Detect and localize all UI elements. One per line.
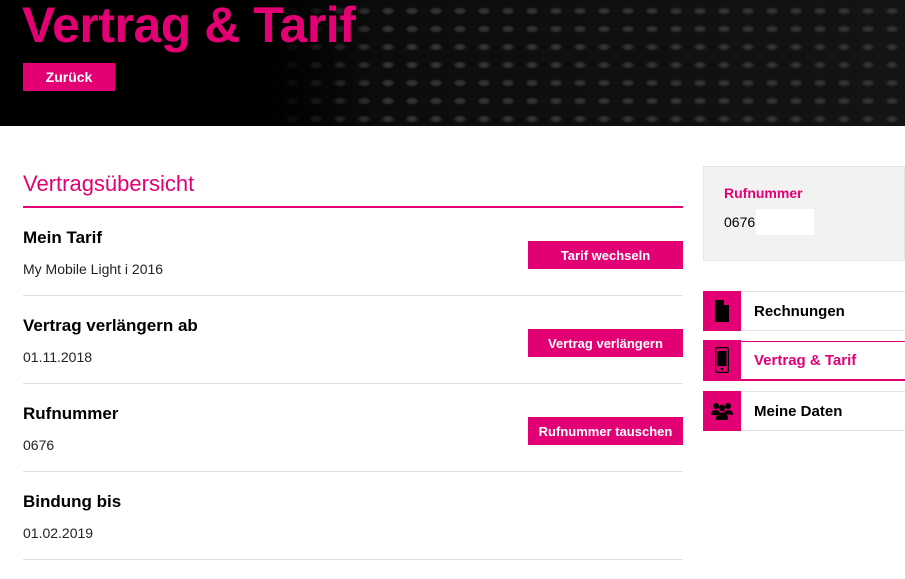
swap-number-button[interactable]: Rufnummer tauschen bbox=[528, 417, 683, 445]
list-item-tariff: Mein Tarif My Mobile Light i 2016 Tarif … bbox=[23, 208, 683, 296]
phone-number-text: 0676 bbox=[724, 214, 756, 230]
sidebar-item-my-data[interactable]: Meine Daten bbox=[703, 390, 905, 431]
row-value: 01.11.2018 bbox=[23, 349, 93, 365]
row-value: 0676 bbox=[23, 437, 55, 453]
page-title: Vertrag & Tarif bbox=[22, 0, 356, 53]
sidebar-item-contract[interactable]: Vertrag & Tarif bbox=[703, 340, 905, 381]
row-label: Rufnummer bbox=[23, 404, 119, 423]
row-value: 01.02.2019 bbox=[23, 525, 94, 541]
list-item-commitment: Bindung bis 01.02.2019 bbox=[23, 472, 683, 560]
header-banner: Vertrag & Tarif Zurück bbox=[0, 0, 905, 126]
back-button[interactable]: Zurück bbox=[23, 63, 115, 91]
sidebar-item-label: Vertrag & Tarif bbox=[754, 352, 857, 369]
extend-contract-button[interactable]: Vertrag verlängern bbox=[528, 329, 683, 357]
contract-overview: Vertragsübersicht Mein Tarif My Mobile L… bbox=[23, 166, 683, 560]
row-value: My Mobile Light i 2016 bbox=[23, 261, 164, 277]
sidebar-item-label: Rechnungen bbox=[754, 302, 845, 320]
sidebar-nav: Rechnungen Vertrag & Tarif Meine Daten bbox=[703, 290, 905, 441]
document-icon bbox=[703, 290, 741, 331]
list-item-phone-number: Rufnummer 0676 Rufnummer tauschen bbox=[23, 384, 683, 472]
section-title: Vertragsübersicht bbox=[23, 166, 683, 208]
mobile-phone-icon bbox=[703, 340, 741, 380]
row-label: Mein Tarif bbox=[23, 228, 103, 247]
row-label: Vertrag verlängern ab bbox=[23, 316, 198, 335]
sidebar-item-label: Meine Daten bbox=[754, 402, 843, 420]
list-item-extend-contract: Vertrag verlängern ab 01.11.2018 Vertrag… bbox=[23, 296, 683, 384]
change-tariff-button[interactable]: Tarif wechseln bbox=[528, 241, 683, 269]
sidebar: Rufnummer 0676 Rechnungen Vertrag & Tari… bbox=[703, 166, 905, 431]
sidebar-item-invoices[interactable]: Rechnungen bbox=[703, 290, 905, 331]
phone-number-box: Rufnummer 0676 bbox=[703, 166, 905, 261]
phone-number-label: Rufnummer bbox=[724, 185, 803, 201]
row-label: Bindung bis bbox=[23, 492, 122, 511]
people-icon bbox=[703, 390, 741, 431]
phone-number-value: 0676 bbox=[724, 209, 814, 235]
